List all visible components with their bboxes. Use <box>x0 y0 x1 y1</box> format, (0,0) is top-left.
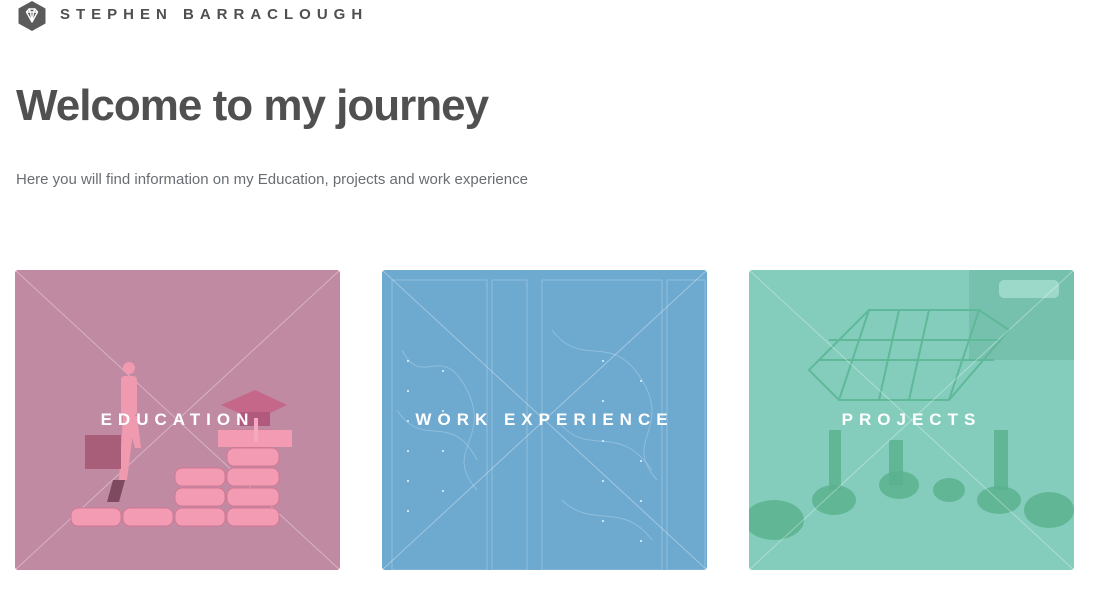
tile-education[interactable]: EDUCATION <box>15 270 340 570</box>
tile-label: EDUCATION <box>100 410 255 429</box>
site-name[interactable]: STEPHEN BARRACLOUGH <box>60 6 368 23</box>
page-title: Welcome to my journey <box>16 81 489 130</box>
site-header: STEPHEN BARRACLOUGH <box>16 0 368 32</box>
tile-work-experience[interactable]: WORK EXPERIENCE <box>382 270 707 570</box>
tile-label: PROJECTS <box>841 410 982 429</box>
diamond-icon[interactable] <box>16 0 48 32</box>
tile-projects[interactable]: PROJECTS <box>749 270 1074 570</box>
tile-label: WORK EXPERIENCE <box>415 410 674 429</box>
page-subtitle: Here you will find information on my Edu… <box>16 171 528 188</box>
